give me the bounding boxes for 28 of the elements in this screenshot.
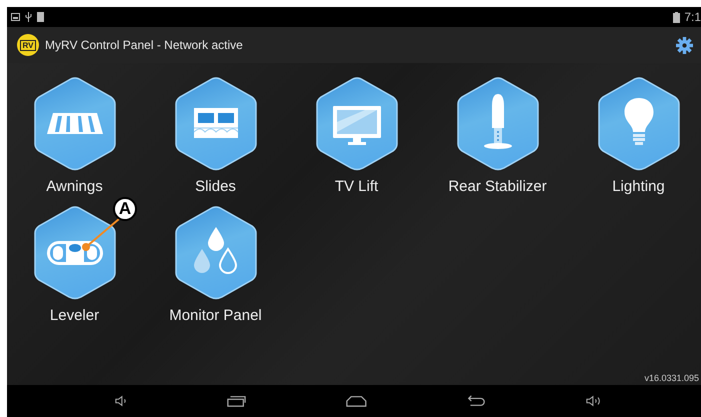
tile-label: Leveler (50, 307, 100, 324)
awning-tile-icon[interactable] (32, 76, 116, 172)
volume-down-icon[interactable] (115, 394, 128, 408)
status-time: 7:1 (684, 10, 701, 24)
tile-label: Rear Stabilizer (448, 178, 547, 195)
picture-icon (11, 13, 20, 21)
tile-label: TV Lift (334, 178, 378, 195)
battery-icon (673, 12, 680, 22)
slides-tile-icon[interactable] (174, 76, 258, 172)
app-logo: RV (17, 34, 39, 56)
bulb-tile-icon[interactable] (596, 76, 680, 172)
tile-label: Awnings (46, 178, 103, 195)
tile-label: Monitor Panel (169, 307, 262, 324)
version-text: v16.0331.095 (644, 373, 699, 383)
callout-label: A (113, 197, 137, 221)
volume-up-icon[interactable] (586, 394, 602, 408)
tile-label: Slides (195, 178, 236, 195)
stabilizer-tile-icon[interactable] (456, 76, 540, 172)
drops-tile-icon[interactable] (174, 205, 258, 301)
back-icon[interactable] (466, 394, 486, 408)
settings-icon[interactable] (676, 36, 693, 54)
level-tile-icon[interactable] (32, 205, 116, 301)
usb-icon (25, 12, 32, 22)
tile-label: Lighting (612, 178, 665, 195)
home-icon[interactable] (346, 394, 367, 408)
recent-apps-icon[interactable] (227, 394, 246, 408)
tv-tile-icon[interactable] (314, 76, 398, 172)
app-title: MyRV Control Panel - Network active (45, 38, 244, 52)
